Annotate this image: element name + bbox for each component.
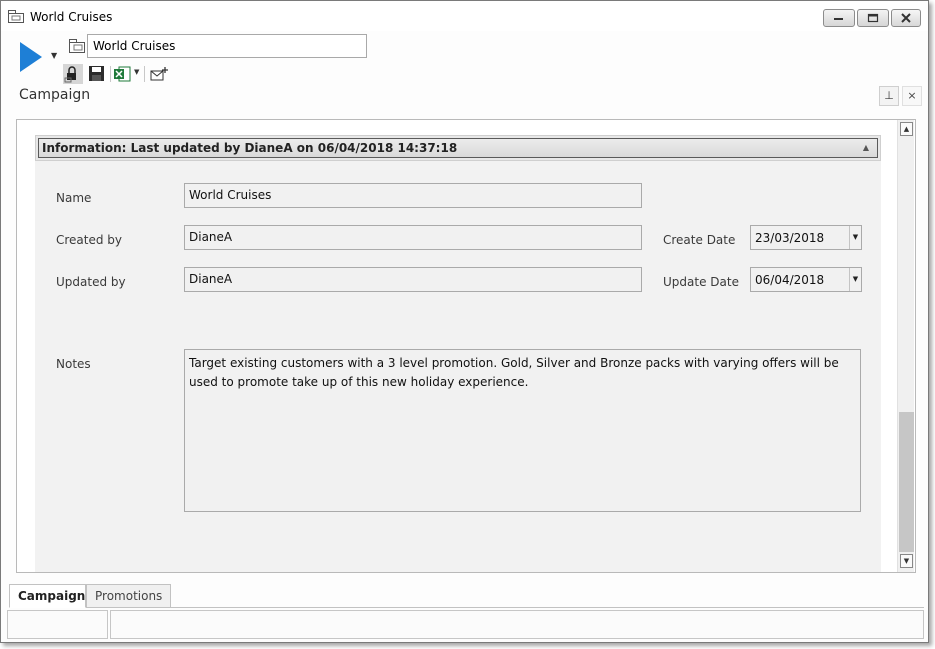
notes-label: Notes	[56, 357, 91, 371]
name-label: Name	[56, 191, 92, 205]
status-bar	[7, 610, 924, 639]
maximize-button[interactable]	[857, 9, 889, 27]
play-icon[interactable]	[18, 41, 44, 73]
chevron-down-icon[interactable]: ▼	[849, 268, 861, 291]
lock-icon[interactable]	[63, 64, 83, 84]
toolbar-separator	[110, 66, 111, 82]
campaign-icon	[69, 39, 85, 53]
created-by-field[interactable]: DianeA	[184, 225, 642, 250]
scroll-up-icon[interactable]: ▲	[900, 122, 913, 136]
updated-by-field[interactable]: DianeA	[184, 267, 642, 292]
create-date-value: 23/03/2018	[755, 231, 825, 245]
status-cell-left	[7, 610, 108, 639]
created-by-label: Created by	[56, 233, 123, 247]
campaign-name-input[interactable]	[87, 34, 367, 58]
dropdown-arrow-icon[interactable]: ▼	[51, 51, 57, 60]
vertical-scrollbar[interactable]: ▲ ▼	[897, 120, 914, 572]
excel-dropdown-icon[interactable]: ▼	[134, 68, 139, 76]
status-cell-right	[110, 610, 924, 639]
section-title: Campaign	[19, 87, 91, 103]
close-icon: ×	[907, 89, 917, 102]
update-date-picker[interactable]: 06/04/2018 ▼	[750, 267, 862, 292]
campaign-window: World Cruises ▼ World Cruises ▼ Campaign…	[0, 0, 929, 643]
minimize-icon	[824, 10, 854, 26]
create-date-picker[interactable]: 23/03/2018 ▼	[750, 225, 862, 250]
window-title: World Cruises	[30, 10, 113, 24]
pin-icon: ⊥	[884, 89, 894, 102]
tab-promotions[interactable]: Promotions	[86, 584, 171, 608]
collapse-icon[interactable]: ▲	[863, 143, 869, 152]
campaign-panel: Information: Last updated by DianeA on 0…	[16, 119, 916, 573]
chevron-down-icon[interactable]: ▼	[849, 226, 861, 249]
create-date-label: Create Date	[663, 233, 736, 247]
name-field[interactable]: World Cruises	[184, 183, 642, 208]
maximize-icon	[858, 10, 888, 26]
scroll-thumb[interactable]	[899, 412, 914, 552]
form-content: Information: Last updated by DianeA on 0…	[35, 135, 881, 572]
title-bar: World Cruises	[1, 1, 928, 31]
tab-campaign[interactable]: Campaign	[9, 584, 86, 608]
update-date-value: 06/04/2018	[755, 273, 825, 287]
close-panel-button[interactable]: ×	[902, 86, 922, 106]
notes-textarea[interactable]: Target existing customers with a 3 level…	[184, 349, 861, 512]
pin-button[interactable]: ⊥	[879, 86, 899, 106]
info-text: Information: Last updated by DianeA on 0…	[42, 141, 458, 155]
excel-export-icon[interactable]	[113, 64, 133, 84]
minimize-button[interactable]	[823, 9, 855, 27]
scroll-down-icon[interactable]: ▼	[900, 554, 913, 568]
toolbar-separator	[144, 66, 145, 82]
campaign-folder-icon	[8, 10, 24, 23]
toolbar: ▼ ▼	[1, 31, 928, 87]
update-date-label: Update Date	[663, 275, 739, 289]
updated-by-label: Updated by	[56, 275, 126, 289]
close-button[interactable]	[891, 9, 921, 27]
close-icon	[892, 10, 920, 26]
info-header[interactable]: Information: Last updated by DianeA on 0…	[38, 138, 878, 158]
email-icon[interactable]	[149, 64, 169, 84]
info-group-header[interactable]: Information: Last updated by DianeA on 0…	[35, 135, 881, 161]
save-icon[interactable]	[87, 64, 107, 84]
